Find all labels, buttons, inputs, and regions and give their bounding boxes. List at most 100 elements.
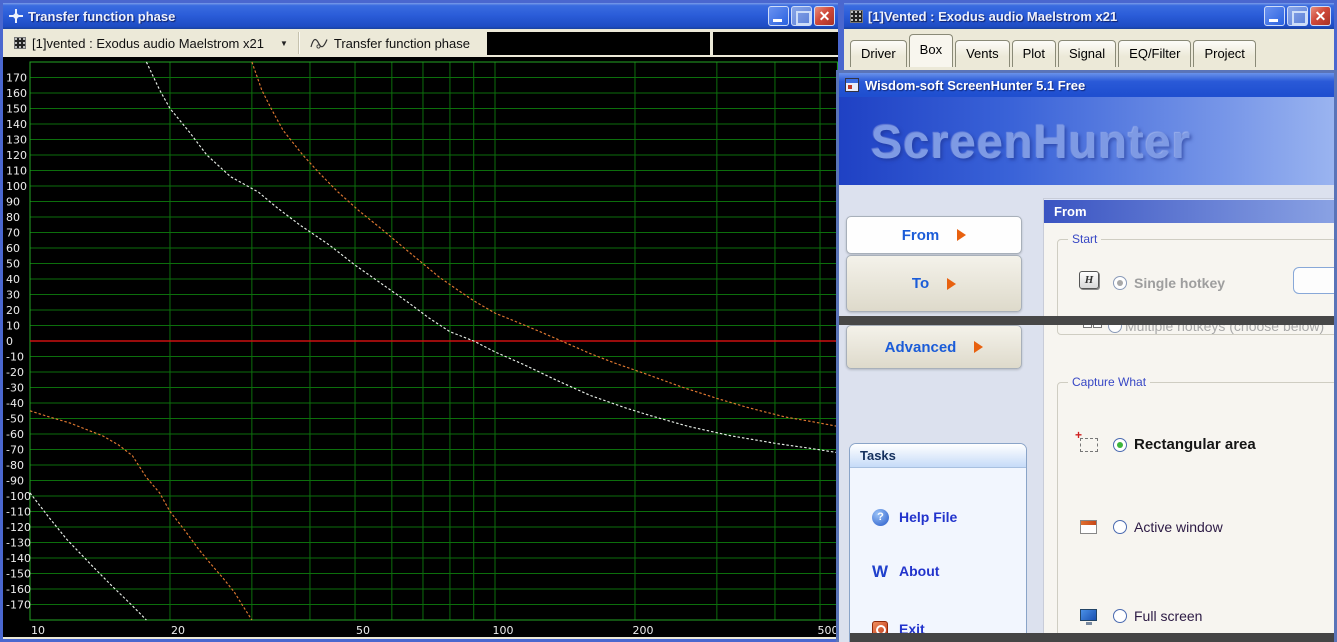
help-icon: ? <box>872 509 889 526</box>
graph-type-combo[interactable]: Transfer function phase ▼ <box>302 31 502 55</box>
nav-button-from[interactable]: From <box>846 216 1022 254</box>
readout-display-1 <box>487 32 710 55</box>
sine-wave-icon <box>310 36 328 50</box>
graph-type-value: Transfer function phase <box>334 36 470 51</box>
y-tick-label: 60 <box>6 242 20 255</box>
y-tick-label: 80 <box>6 211 20 224</box>
overlay-dark-bar-bottom <box>850 633 1337 642</box>
screenhunter-title: Wisdom-soft ScreenHunter 5.1 Free <box>865 78 1085 93</box>
x-tick-label: 20 <box>171 624 185 637</box>
y-tick-label: 90 <box>6 196 20 209</box>
active-window-radio[interactable] <box>1113 520 1127 534</box>
plot-background <box>3 57 838 637</box>
x-tick-label: 10 <box>31 624 45 637</box>
y-tick-label: -170 <box>6 599 31 612</box>
phase-plot: 1701601501401301201101009080706050403020… <box>3 57 838 637</box>
y-tick-label: 100 <box>6 180 27 193</box>
rectangular-area-label[interactable]: Rectangular area <box>1134 436 1256 453</box>
rectangular-area-radio[interactable] <box>1113 438 1127 452</box>
y-tick-label: -10 <box>6 351 24 364</box>
y-tick-label: -110 <box>6 506 31 519</box>
nav-button-label: To <box>912 275 929 292</box>
maximize-button[interactable] <box>791 6 812 26</box>
tab-vents[interactable]: Vents <box>955 40 1010 67</box>
y-tick-label: -150 <box>6 568 31 581</box>
screenhunter-app-icon <box>845 78 859 92</box>
minimize-button[interactable] <box>768 6 789 26</box>
task-label[interactable]: Help File <box>899 509 957 525</box>
y-tick-label: 110 <box>6 165 27 178</box>
y-tick-label: 150 <box>6 103 27 116</box>
tasks-panel-header: Tasks <box>850 444 1026 468</box>
full-screen-radio[interactable] <box>1113 609 1127 623</box>
tab-driver[interactable]: Driver <box>850 40 907 67</box>
task-about[interactable]: W About <box>850 558 1026 584</box>
start-group-legend: Start <box>1068 232 1101 246</box>
x-tick-label: 50 <box>356 624 370 637</box>
task-help-file[interactable]: ? Help File <box>850 504 1026 530</box>
toolbar-separator <box>298 32 300 54</box>
full-screen-label[interactable]: Full screen <box>1134 608 1202 624</box>
desktop: Transfer function phase ✕ [1]vented : Ex… <box>0 0 1337 642</box>
readout-display-2 <box>713 32 838 55</box>
full-screen-icon <box>1080 609 1097 621</box>
func-toolbar: [1]vented : Exodus audio Maelstrom x21 ▼… <box>3 29 838 57</box>
overlay-dark-bar <box>836 316 1337 325</box>
x-tick-label: 100 <box>493 624 514 637</box>
func-window-title: Transfer function phase <box>28 9 768 24</box>
minimize-button[interactable] <box>1264 6 1285 26</box>
nav-button-advanced[interactable]: Advanced <box>846 325 1022 369</box>
tab-project[interactable]: Project <box>1193 40 1255 67</box>
project-icon <box>14 37 26 49</box>
y-tick-label: -140 <box>6 552 31 565</box>
banner-wordmark: ScreenHunter <box>871 114 1191 169</box>
y-tick-label: -160 <box>6 583 31 596</box>
box-window-tabstrip: DriverBoxVentsPlotSignalEQ/FilterProject <box>844 29 1334 69</box>
screenhunter-banner: ScreenHunter <box>839 97 1334 185</box>
about-icon: W <box>872 563 888 580</box>
project-combo[interactable]: [1]vented : Exodus audio Maelstrom x21 ▼ <box>6 31 296 55</box>
tasks-panel: Tasks ? Help File W About Exit <box>849 443 1027 642</box>
from-panel-header: From <box>1044 199 1337 223</box>
screenhunter-titlebar[interactable]: Wisdom-soft ScreenHunter 5.1 Free <box>839 73 1334 97</box>
func-window-titlebar[interactable]: Transfer function phase ✕ <box>3 3 838 29</box>
chevron-down-icon[interactable]: ▼ <box>280 39 288 48</box>
transfer-function-phase-window: Transfer function phase ✕ [1]vented : Ex… <box>0 0 841 642</box>
rectangular-area-icon <box>1080 438 1098 452</box>
x-tick-label: 500 <box>818 624 838 637</box>
tab-plot[interactable]: Plot <box>1012 40 1056 67</box>
tab-signal[interactable]: Signal <box>1058 40 1116 67</box>
y-tick-label: 10 <box>6 320 20 333</box>
nav-button-to[interactable]: To <box>846 255 1022 312</box>
y-tick-label: -70 <box>6 444 24 457</box>
y-tick-label: 30 <box>6 289 20 302</box>
nav-button-label: From <box>902 227 940 244</box>
close-button[interactable]: ✕ <box>1310 6 1331 26</box>
arrow-right-icon <box>947 278 956 290</box>
single-hotkey-radio[interactable] <box>1113 276 1127 290</box>
y-tick-label: -80 <box>6 459 24 472</box>
y-tick-label: -20 <box>6 366 24 379</box>
box-window-titlebar[interactable]: [1]Vented : Exodus audio Maelstrom x21 ✕ <box>844 3 1334 29</box>
maximize-button[interactable] <box>1287 6 1308 26</box>
y-tick-label: 130 <box>6 134 27 147</box>
single-hotkey-label[interactable]: Single hotkey <box>1134 275 1225 291</box>
y-tick-label: 50 <box>6 258 20 271</box>
tab-box[interactable]: Box <box>909 34 953 67</box>
y-tick-label: 0 <box>6 335 13 348</box>
capture-what-legend: Capture What <box>1068 375 1150 389</box>
tab-eq-filter[interactable]: EQ/Filter <box>1118 40 1191 67</box>
task-label[interactable]: About <box>899 563 939 579</box>
capture-what-group: Capture What <box>1057 382 1337 642</box>
nav-button-label: Advanced <box>885 339 957 356</box>
y-tick-label: -100 <box>6 490 31 503</box>
close-button[interactable]: ✕ <box>814 6 835 26</box>
y-tick-label: -90 <box>6 475 24 488</box>
project-combo-value: [1]vented : Exodus audio Maelstrom x21 <box>32 36 264 51</box>
y-tick-label: -40 <box>6 397 24 410</box>
y-tick-label: 140 <box>6 118 27 131</box>
hotkey-assign-button[interactable]: F <box>1293 267 1337 294</box>
active-window-label[interactable]: Active window <box>1134 519 1223 535</box>
y-tick-label: 70 <box>6 227 20 240</box>
arrow-right-icon <box>974 341 983 353</box>
